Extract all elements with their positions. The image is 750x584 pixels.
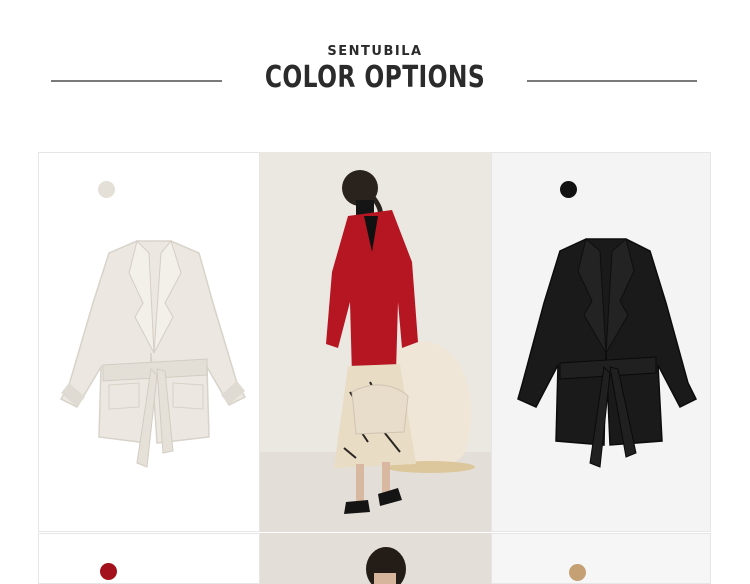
model-photo-2-image [260,533,491,584]
red-coat-model-photo [260,152,491,532]
section-title: COLOR OPTIONS [264,60,486,95]
camel-coat-tile[interactable] [491,533,711,584]
black-coat-image [517,238,698,468]
red-color-swatch[interactable] [100,563,117,580]
ivory-coat-tile[interactable] [38,152,260,532]
camel-color-swatch[interactable] [569,564,586,581]
right-divider [527,80,697,82]
brand-name: SENTUBILA [327,44,423,59]
red-coat-tile[interactable] [38,533,260,584]
section-header: SENTUBILA COLOR OPTIONS [0,0,750,130]
model-photo-image [260,152,491,532]
model-photo-2 [260,533,491,584]
black-coat-tile[interactable] [491,152,711,532]
ivory-coat-image [59,239,247,468]
